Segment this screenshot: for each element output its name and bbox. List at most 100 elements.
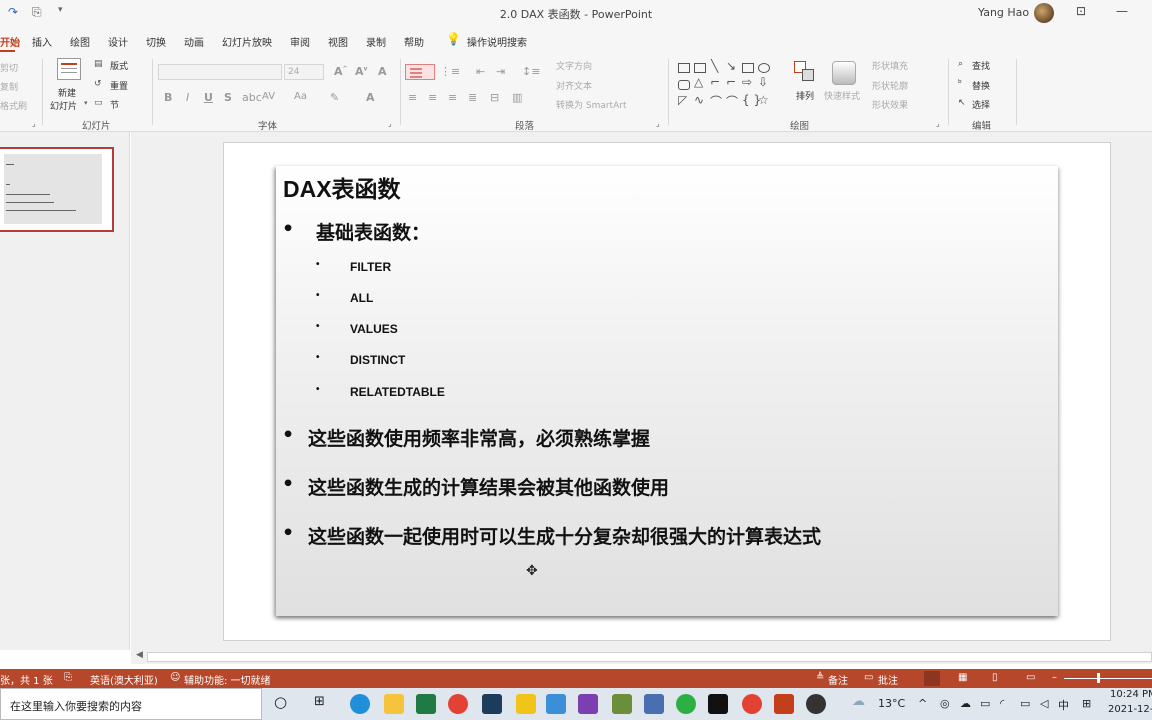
star-shape-icon[interactable]: ☆ <box>758 93 769 107</box>
volume-icon[interactable]: ◁ <box>1040 697 1048 710</box>
align-right-icon[interactable]: ≡ <box>448 91 457 104</box>
tray-app-icon[interactable]: ▭ <box>1020 697 1030 710</box>
tell-me-search[interactable]: 操作说明搜索 <box>467 34 527 49</box>
elbow-connector-icon[interactable]: ⌐ <box>726 75 736 89</box>
char-spacing-icon[interactable]: AV <box>262 91 275 102</box>
line-shape-icon[interactable]: ╲ <box>711 59 718 73</box>
bracket-shape-icon[interactable]: ⌒ <box>726 93 738 110</box>
underline-icon[interactable]: U <box>204 91 213 104</box>
right-arrow-shape-icon[interactable]: ⇨ <box>742 75 752 89</box>
tab-record[interactable]: 录制 <box>366 34 386 49</box>
paragraph-launcher-icon[interactable]: ⌟ <box>656 119 660 128</box>
change-case-icon[interactable]: Aa <box>294 91 307 102</box>
network-icon[interactable]: ◜ <box>1000 697 1004 710</box>
user-name[interactable]: Yang Hao <box>978 6 1029 19</box>
format-painter-button[interactable]: 格式刷 <box>0 99 27 112</box>
app-icon[interactable] <box>612 694 632 714</box>
tray-app-icon[interactable]: ☁ <box>960 697 971 710</box>
strikethrough-icon[interactable]: abc <box>242 91 262 104</box>
slide-content-box[interactable]: DAX表函数 • 基础表函数： • FILTER • ALL • VALUES … <box>276 166 1058 616</box>
section-button[interactable]: 节 <box>110 98 119 111</box>
normal-view-icon[interactable] <box>924 671 940 686</box>
triangle-shape-icon[interactable]: △ <box>694 75 703 89</box>
increase-font-icon[interactable]: A^ <box>334 65 348 78</box>
align-left-icon[interactable]: ≡ <box>408 91 417 104</box>
arrange-icon[interactable] <box>794 61 816 83</box>
drawing-launcher-icon[interactable]: ⌟ <box>936 119 940 128</box>
arc-shape-icon[interactable]: ⌒ <box>710 93 722 110</box>
slide-thumbnail[interactable] <box>0 147 114 232</box>
ime-mode-icon[interactable]: ⊞ <box>1082 697 1091 710</box>
slide-sorter-icon[interactable]: ▦ <box>958 672 967 683</box>
powerpoint-icon[interactable] <box>774 694 794 714</box>
decrease-indent-icon[interactable]: ⇤ <box>476 65 485 78</box>
temperature[interactable]: 13°C <box>878 697 905 710</box>
notes-button[interactable]: 备注 <box>828 672 848 687</box>
pycharm-icon[interactable] <box>708 694 728 714</box>
new-slide-icon[interactable] <box>57 58 81 80</box>
onenote-icon[interactable] <box>578 694 598 714</box>
comments-button[interactable]: 批注 <box>878 672 898 687</box>
arrange-button[interactable]: 排列 <box>796 89 814 102</box>
bold-icon[interactable]: B <box>164 91 172 104</box>
minimize-icon[interactable]: — <box>1116 4 1128 18</box>
curve-shape-icon[interactable]: ∿ <box>694 93 704 107</box>
tab-insert[interactable]: 插入 <box>32 34 52 49</box>
shapes-gallery[interactable]: ╲ ↘ △ ⌐ ⌐ ⇨ ⇩ ◸ ∿ ⌒ ⌒ { } ☆ <box>676 59 786 113</box>
tab-view[interactable]: 视图 <box>328 34 348 49</box>
tray-expand-icon[interactable]: ^ <box>918 697 927 710</box>
shape-effects-button[interactable]: 形状效果 <box>872 98 908 111</box>
zoom-slider-thumb[interactable] <box>1097 673 1100 683</box>
rounded-rect-shape-icon[interactable] <box>678 80 690 90</box>
slide-title[interactable]: DAX表函数 <box>283 170 401 204</box>
bullets-button[interactable] <box>405 64 435 80</box>
quick-styles-icon[interactable] <box>832 61 856 85</box>
clock-time[interactable]: 10:24 PM <box>1110 689 1152 700</box>
tab-design[interactable]: 设计 <box>108 34 128 49</box>
clock-date[interactable]: 2021-12- <box>1108 704 1152 715</box>
accessibility-status[interactable]: 辅助功能: 一切就绪 <box>184 672 271 687</box>
increase-indent-icon[interactable]: ⇥ <box>496 65 505 78</box>
vertical-textbox-shape-icon[interactable] <box>694 63 706 73</box>
new-slide-dropdown-icon[interactable]: ▾ <box>84 99 88 107</box>
scrollbar-track[interactable] <box>147 652 1152 662</box>
ime-indicator[interactable]: 中 <box>1058 697 1069 713</box>
connector-shape-icon[interactable]: ⌐ <box>710 75 720 89</box>
font-name-combo[interactable] <box>158 64 282 80</box>
font-size-combo[interactable]: 24 <box>284 64 324 80</box>
wechat-icon[interactable] <box>676 694 696 714</box>
zoom-out-icon[interactable]: – <box>1052 672 1057 683</box>
replace-button[interactable]: 替换 <box>972 79 990 92</box>
app-icon[interactable] <box>482 694 502 714</box>
find-button[interactable]: 查找 <box>972 59 990 72</box>
edge-icon[interactable] <box>350 694 370 714</box>
spellcheck-icon[interactable]: ⎘ <box>64 672 72 683</box>
align-text-button[interactable]: 对齐文本 <box>556 79 592 92</box>
justify-icon[interactable]: ≣ <box>468 91 477 104</box>
freeform-shape-icon[interactable]: ◸ <box>678 93 687 107</box>
shape-fill-button[interactable]: 形状填充 <box>872 59 908 72</box>
tab-home[interactable]: 开始 <box>0 34 20 49</box>
italic-icon[interactable]: I <box>186 91 189 104</box>
tab-review[interactable]: 审阅 <box>290 34 310 49</box>
font-color-icon[interactable]: A <box>366 91 375 104</box>
app-icon[interactable] <box>546 694 566 714</box>
weather-icon[interactable]: ☁ <box>852 694 865 709</box>
line-spacing-icon[interactable]: ↕≡ <box>522 65 540 78</box>
columns-icon[interactable]: ▥ <box>512 91 522 104</box>
language-indicator[interactable]: 英语(澳大利亚) <box>90 672 158 687</box>
slideshow-icon[interactable]: ▭ <box>1026 672 1035 683</box>
new-slide-label[interactable]: 新建 <box>58 86 76 99</box>
obs-icon[interactable] <box>806 694 826 714</box>
chrome-icon[interactable] <box>742 694 762 714</box>
shadow-icon[interactable]: S <box>224 91 232 104</box>
align-center-icon[interactable]: ≡ <box>428 91 437 104</box>
reading-view-icon[interactable]: ▯ <box>992 672 998 683</box>
tab-slideshow[interactable]: 幻灯片放映 <box>222 34 272 49</box>
layout-button[interactable]: 版式 <box>110 59 128 72</box>
font-launcher-icon[interactable]: ⌟ <box>388 119 392 128</box>
zoom-slider[interactable] <box>1064 678 1152 679</box>
task-view-icon[interactable]: ⊞ <box>314 694 325 709</box>
highlight-icon[interactable]: ✎ <box>330 91 339 104</box>
chrome-icon[interactable] <box>448 694 468 714</box>
